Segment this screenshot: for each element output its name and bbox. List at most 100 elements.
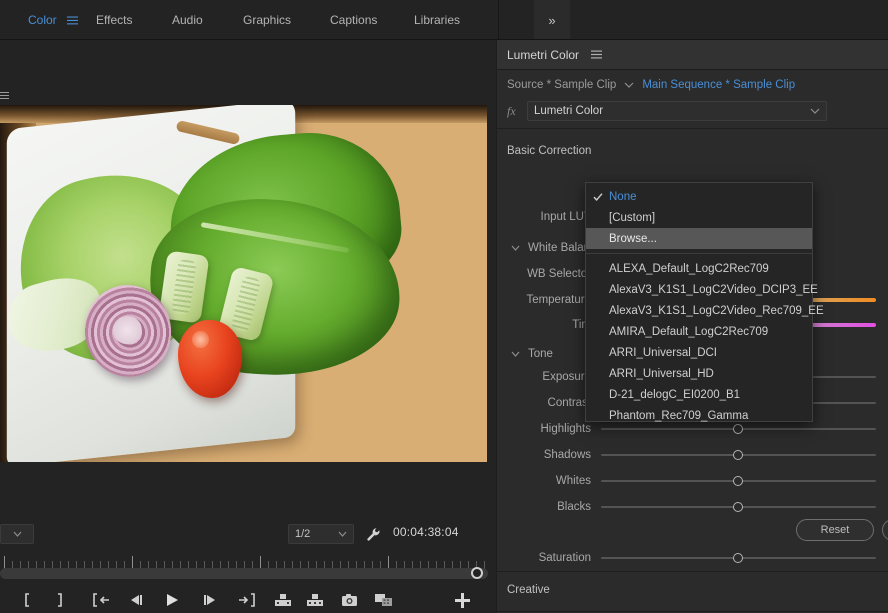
mark-out-icon [52,593,65,607]
workspace-tab-graphics[interactable]: Graphics [243,0,291,40]
section-basic-correction[interactable]: Basic Correction [497,136,888,166]
cucumber-core-right [230,275,262,333]
program-monitor-panel: 1/2 00:04:38:04 [0,40,496,613]
program-monitor-video[interactable] [0,105,487,462]
premiere-color-workspace: Color Effects Audio Graphics Captions Librari… [0,0,888,613]
playback-resolution-dropdown[interactable]: 1/2 [288,524,354,544]
mark-out-button[interactable] [52,580,65,613]
lut-menu-item-label: Browse... [609,232,657,245]
lift-icon [274,593,292,607]
monitor-settings-dropdown[interactable] [0,524,34,544]
breadcrumb-source[interactable]: Source * Sample Clip [507,79,616,91]
section-creative[interactable]: Creative [497,575,888,605]
extract-icon [306,593,324,607]
lut-menu-item[interactable]: Phantom_Rec709_Gamma [586,405,812,426]
go-to-in-button[interactable] [93,580,111,613]
lut-menu-item[interactable]: D-21_delogC_EI0200_B1 [586,384,812,405]
section-basic-correction-label: Basic Correction [507,145,592,157]
comparison-view-button[interactable] [375,580,393,613]
blacks-slider-knob[interactable] [733,502,743,512]
comparison-view-icon [375,593,393,607]
checkmark-icon [593,192,603,201]
lut-menu-item[interactable]: [Custom] [586,207,812,228]
workspace-tab-color[interactable]: Color [28,0,57,40]
workspace-overflow-button[interactable]: » [534,0,570,40]
go-to-out-button[interactable] [237,580,255,613]
property-saturation: Saturation [497,546,888,570]
saturation-slider[interactable] [601,553,876,563]
lift-button[interactable] [274,580,292,613]
lut-menu-item[interactable]: AlexaV3_K1S1_LogC2Video_DCIP3_EE [586,279,818,300]
monitor-panel-menu-icon[interactable] [0,88,10,102]
button-editor-button[interactable] [455,580,470,613]
transport-controls [0,580,496,613]
lut-menu-item[interactable]: AlexaV3_K1S1_LogC2Video_Rec709_EE [586,300,824,321]
lut-menu-item-label: None [609,190,637,203]
highlights-slider[interactable] [601,424,876,434]
lut-menu-item-label: AlexaV3_K1S1_LogC2Video_DCIP3_EE [609,283,818,296]
auto-button[interactable]: Auto [882,519,888,541]
lut-menu-item-label: AMIRA_Default_LogC2Rec709 [609,325,769,338]
effect-name-dropdown[interactable]: Lumetri Color [527,101,827,121]
chevron-down-icon [511,245,520,251]
step-back-icon [129,593,145,607]
plus-icon [455,592,470,608]
tomato-highlight [192,330,209,349]
extract-button[interactable] [306,580,324,613]
chevron-down-icon[interactable] [624,82,634,88]
play-stop-button[interactable] [164,580,180,613]
timeline-playhead-handle[interactable] [471,567,483,579]
settings-wrench-button[interactable] [363,525,383,543]
lut-menu-item[interactable]: None [586,186,812,207]
mark-in-button[interactable] [22,580,35,613]
monitor-timecode[interactable]: 00:04:38:04 [393,525,459,539]
reset-button[interactable]: Reset [796,519,874,541]
breadcrumb-sequence[interactable]: Main Sequence * Sample Clip [642,79,795,91]
workspace-tab-audio[interactable]: Audio [172,0,203,40]
input-lut-dropdown-menu[interactable]: None [Custom] Browse... ALEXA_Default_LogC2… [585,182,824,422]
camera-icon [341,593,358,607]
whites-slider[interactable] [601,476,876,486]
shadows-slider-knob[interactable] [733,450,743,460]
workspace-tab-captions[interactable]: Captions [330,0,377,40]
whites-slider-knob[interactable] [733,476,743,486]
lumetri-panel-titlebar: Lumetri Color [497,40,888,70]
go-to-out-icon [237,593,255,607]
breadcrumb: Source * Sample Clip Main Sequence * Sam… [497,71,888,99]
cucumber-core-left [171,258,197,316]
step-back-button[interactable] [129,580,145,613]
lut-menu-item[interactable]: ARRI_Universal_HD [586,363,812,384]
lut-menu-item-label: Phantom_Rec709_Gamma [609,409,749,422]
effect-selector-row: fx Lumetri Color [497,97,888,125]
separator-top [497,128,888,129]
chevron-down-icon [511,351,520,357]
lut-menu-item-label: [Custom] [609,211,656,224]
lut-menu-item[interactable]: AMIRA_Default_LogC2Rec709 [586,321,812,342]
separator-curves [497,611,888,612]
workspace-tab-effects[interactable]: Effects [96,0,132,40]
workspace-tabs: Color Effects Audio Graphics Captions Librari… [0,0,498,40]
video-frame-salad [0,105,487,462]
fx-icon: fx [507,103,516,118]
step-forward-button[interactable] [201,580,217,613]
mark-in-icon [22,593,35,607]
export-frame-button[interactable] [341,580,358,613]
lut-menu-item[interactable]: ALEXA_Default_LogC2Rec709 [586,258,812,279]
timeline-zoom-scrollbar[interactable] [0,568,488,579]
saturation-slider-knob[interactable] [733,553,743,563]
panel-menu-icon[interactable] [591,50,603,59]
workspace-tab-libraries[interactable]: Libraries [414,0,460,40]
blacks-slider[interactable] [601,502,876,512]
panel-title: Lumetri Color [507,47,580,62]
lut-menu-item[interactable]: ARRI_Universal_DCI [586,342,812,363]
lut-menu-item[interactable]: Browse... [586,228,812,249]
chevron-down-icon [810,105,820,117]
shadows-slider[interactable] [601,450,876,460]
effect-name-value: Lumetri Color [534,105,604,117]
blacks-label: Blacks [557,501,591,513]
workspace-hamburger-icon[interactable] [64,0,80,40]
saturation-label: Saturation [538,552,591,564]
lut-menu-item-label: AlexaV3_K1S1_LogC2Video_Rec709_EE [609,304,824,317]
go-to-in-icon [93,593,111,607]
section-creative-label: Creative [507,584,550,596]
